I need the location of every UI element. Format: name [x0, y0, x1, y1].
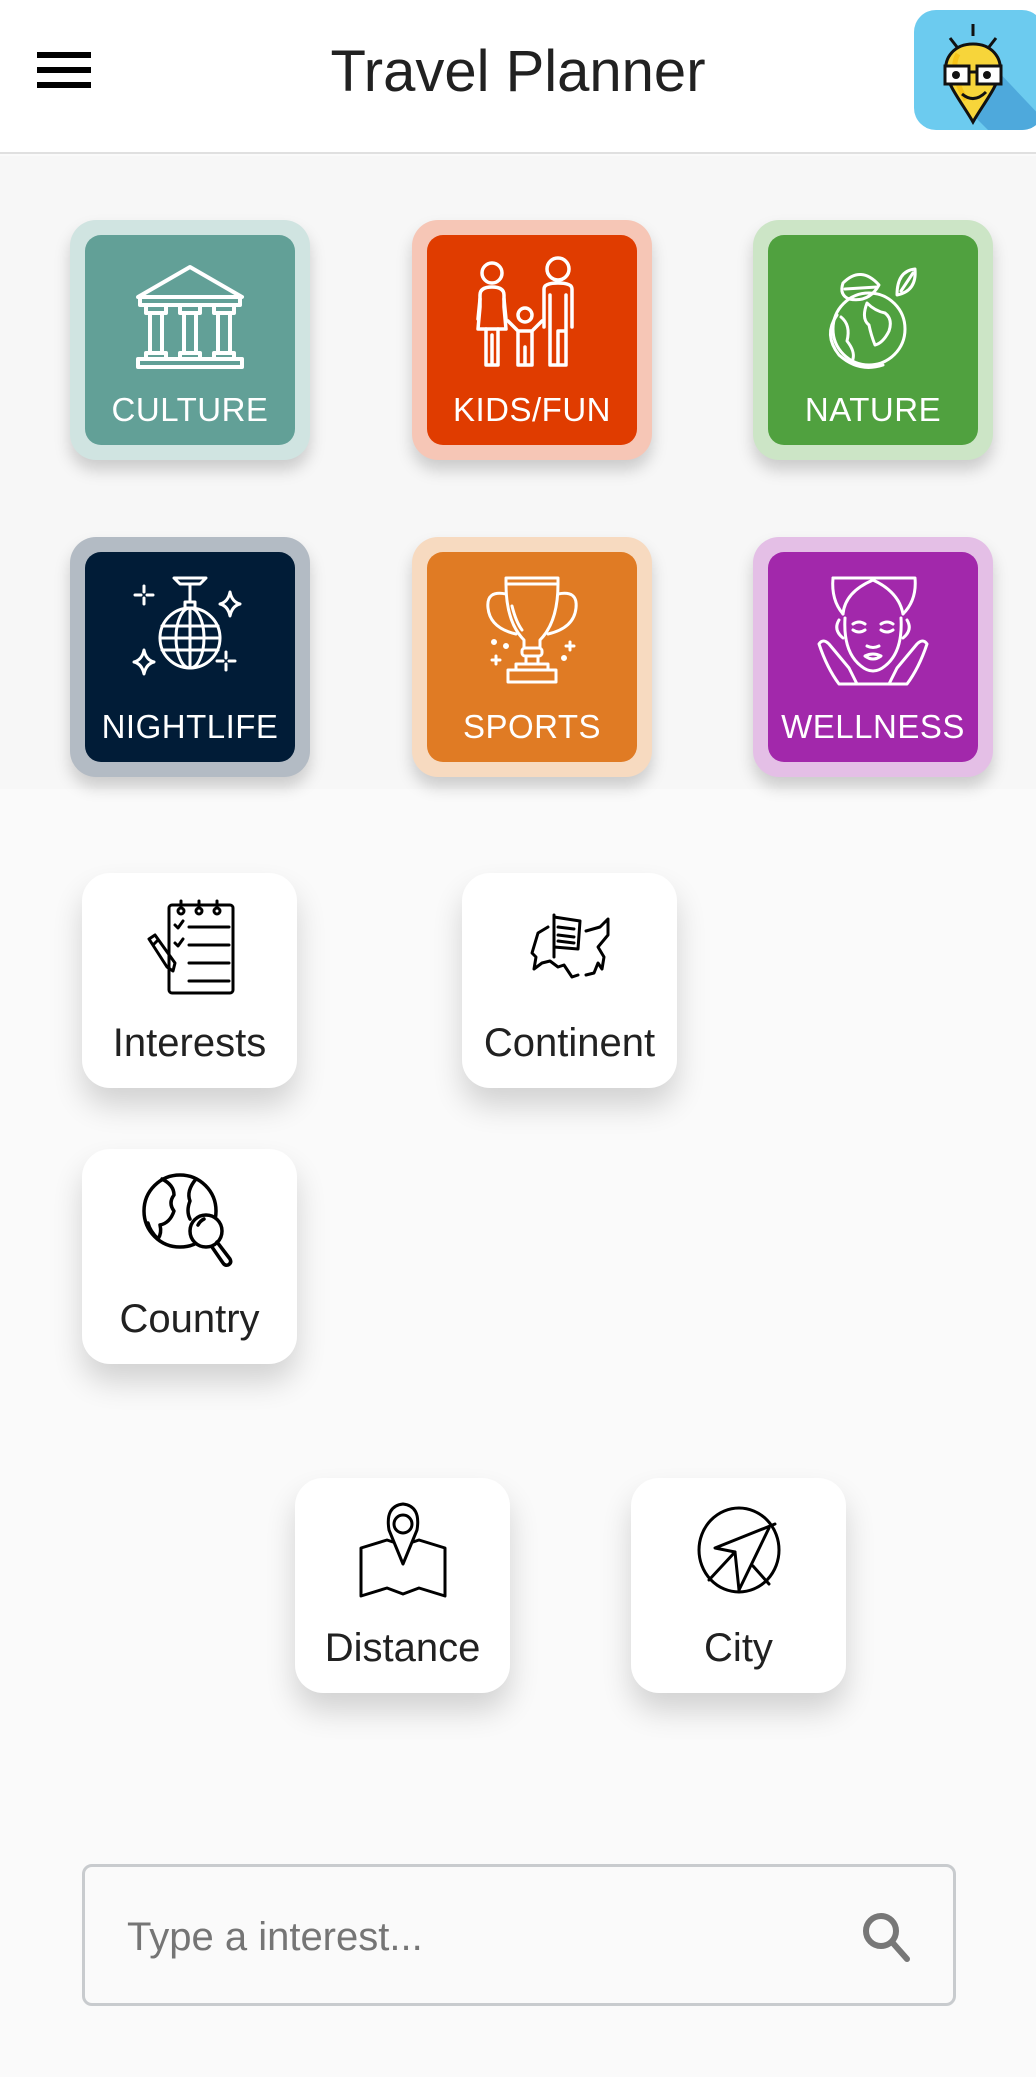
category-tile-nightlife[interactable]: NIGHTLIFE [70, 537, 310, 777]
category-tile-inner: WELLNESS [768, 552, 978, 762]
category-tile-inner: NATURE [768, 235, 978, 445]
category-label: NIGHTLIFE [101, 708, 279, 745]
interest-search-box [82, 1864, 956, 2006]
category-tile-inner: NIGHTLIFE [85, 552, 295, 762]
family-icon [476, 256, 574, 367]
category-tile-inner: KIDS/FUN [427, 235, 637, 445]
category-tile-inner: CULTURE [85, 235, 295, 445]
globe-search-icon [141, 1173, 232, 1267]
category-label: CULTURE [111, 391, 269, 428]
filter-card-city[interactable]: City [631, 1478, 846, 1693]
app-header: Travel Planner [0, 0, 1036, 154]
category-label: KIDS/FUN [452, 391, 611, 428]
filter-label: Country [119, 1297, 260, 1341]
filter-card-country[interactable]: Country [82, 1149, 297, 1364]
app-logo-icon[interactable] [914, 10, 1036, 130]
page-title-text: Travel Planner [330, 39, 706, 104]
filter-card-interests[interactable]: Interests [82, 873, 297, 1088]
checklist-notepad-icon [147, 899, 234, 995]
filter-label: Distance [324, 1626, 481, 1670]
disco-ball-icon [132, 576, 242, 676]
compass-arrow-icon [697, 1506, 780, 1594]
category-tile-kids-fun[interactable]: KIDS/FUN [412, 220, 652, 460]
category-tile-nature[interactable]: NATURE [753, 220, 993, 460]
temple-columns-icon [136, 265, 244, 369]
category-tile-sports[interactable]: SPORTS [412, 537, 652, 777]
map-pin-icon [359, 1502, 446, 1598]
trophy-icon [486, 576, 578, 684]
category-tile-inner: SPORTS [427, 552, 637, 762]
filter-label: City [704, 1626, 773, 1670]
category-tile-culture[interactable]: CULTURE [70, 220, 310, 460]
earth-leaves-icon [829, 267, 917, 369]
category-label: SPORTS [462, 708, 602, 745]
search-icon[interactable] [857, 1907, 917, 1967]
interest-search-input[interactable] [127, 1897, 827, 1977]
filter-card-distance[interactable]: Distance [295, 1478, 510, 1693]
category-label: NATURE [804, 391, 942, 428]
page-title: Travel Planner [0, 38, 1036, 105]
filter-label: Continent [483, 1021, 656, 1065]
filter-label: Interests [112, 1021, 267, 1065]
category-label: WELLNESS [781, 708, 965, 745]
map-flag-icon [530, 913, 609, 979]
category-tile-wellness[interactable]: WELLNESS [753, 537, 993, 777]
filter-card-continent[interactable]: Continent [462, 873, 677, 1088]
spa-face-icon [817, 576, 929, 686]
